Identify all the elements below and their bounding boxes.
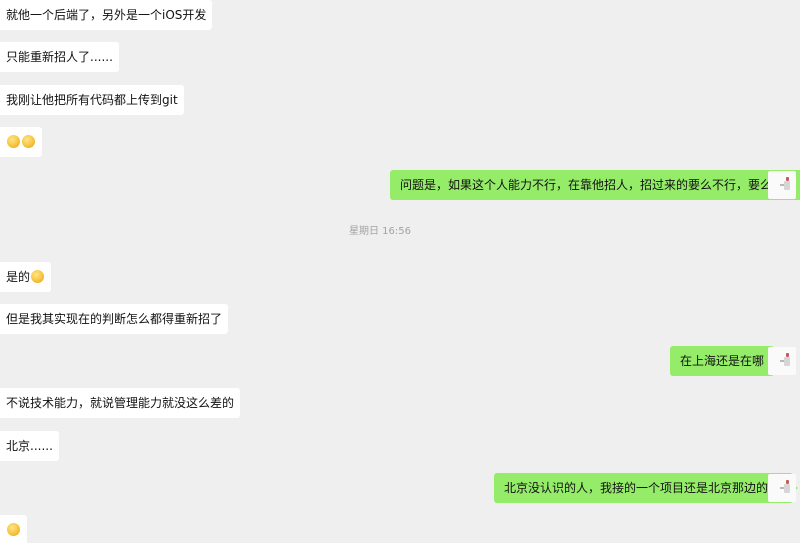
- message-outgoing[interactable]: 在上海还是在哪: [670, 346, 780, 376]
- message-text: 我刚让他把所有代码都上传到git: [6, 93, 178, 107]
- user-avatar[interactable]: [768, 474, 796, 502]
- chat-history: 就他一个后端了，另外是一个iOS开发 只能重新招人了...... 我刚让他把所有…: [0, 0, 800, 543]
- message-text: 在上海还是在哪: [680, 354, 765, 368]
- message-incoming[interactable]: 北京......: [0, 431, 59, 461]
- message-outgoing[interactable]: 北京没认识的人，我接的一个项目还是北京那边的: [494, 473, 799, 503]
- emoji-group: [6, 127, 36, 157]
- message-incoming[interactable]: 我刚让他把所有代码都上传到git: [0, 85, 184, 115]
- message-timestamp: 星期日 16:56: [349, 226, 411, 237]
- message-outgoing[interactable]: 问题是，如果这个人能力不行，在靠他招人，招过来的要么不行，要么不服: [390, 170, 800, 200]
- message-text: 北京没认识的人，我接的一个项目还是北京那边的: [504, 481, 769, 495]
- message-text: 是的: [6, 270, 31, 284]
- message-incoming[interactable]: 只能重新招人了......: [0, 42, 119, 72]
- message-incoming[interactable]: 但是我其实现在的判断怎么都得重新招了: [0, 304, 229, 334]
- user-avatar[interactable]: [768, 171, 796, 199]
- message-incoming[interactable]: 就他一个后端了，另外是一个iOS开发: [0, 0, 213, 30]
- message-incoming[interactable]: 不说技术能力，就说管理能力就没这么差的: [0, 388, 241, 418]
- message-text: 不说技术能力，就说管理能力就没这么差的: [6, 396, 235, 410]
- message-text: 只能重新招人了......: [6, 50, 113, 64]
- message-text: 但是我其实现在的判断怎么都得重新招了: [6, 312, 223, 326]
- message-text: 问题是，如果这个人能力不行，在靠他招人，招过来的要么不行，要么不服: [400, 178, 797, 192]
- face-emoji-icon: [7, 523, 20, 536]
- message-incoming[interactable]: 是的: [0, 262, 52, 292]
- face-emoji-icon: [31, 270, 45, 283]
- user-avatar[interactable]: [768, 347, 796, 375]
- message-incoming[interactable]: [0, 127, 42, 157]
- message-text: 就他一个后端了，另外是一个iOS开发: [6, 8, 207, 22]
- face-emoji-icon: [22, 135, 35, 148]
- message-text: 北京......: [6, 439, 53, 453]
- message-incoming[interactable]: [0, 515, 27, 543]
- face-emoji-icon: [7, 135, 20, 148]
